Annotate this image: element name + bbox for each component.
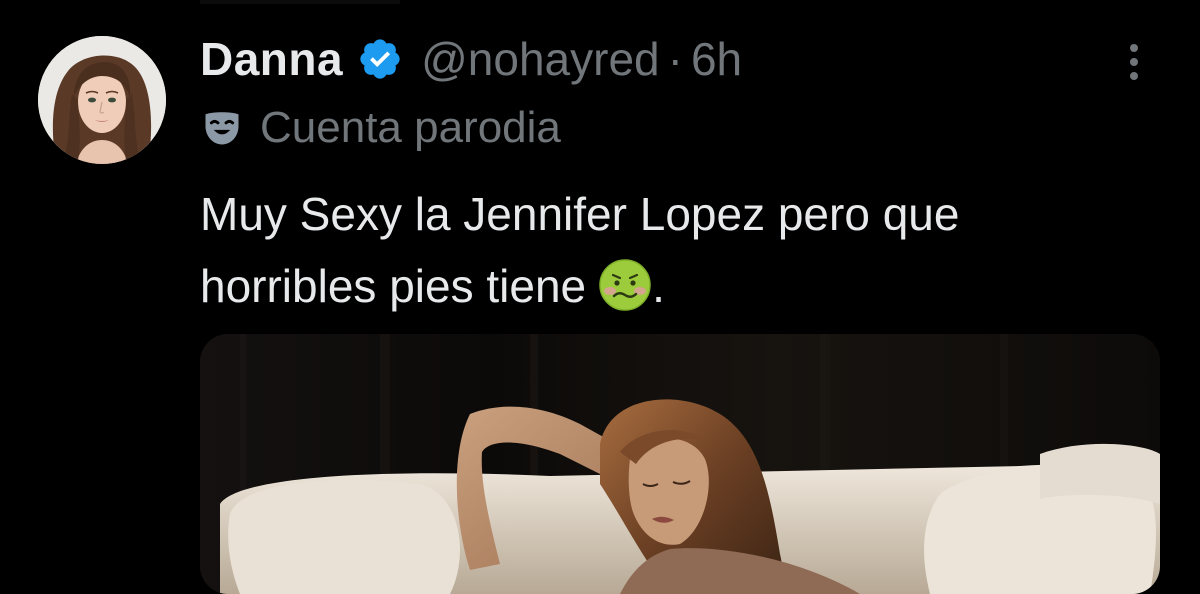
nauseated-face-emoji-icon bbox=[598, 258, 652, 312]
tweet-text-line: horribles pies tiene bbox=[200, 260, 587, 312]
more-dot-icon bbox=[1130, 72, 1138, 80]
avatar[interactable] bbox=[38, 36, 166, 164]
author-handle[interactable]: @nohayred bbox=[421, 32, 660, 86]
author-display-name[interactable]: Danna bbox=[200, 32, 343, 86]
more-dot-icon bbox=[1130, 44, 1138, 52]
parody-account-label: Cuenta parodia bbox=[200, 100, 561, 156]
verified-badge-icon[interactable] bbox=[357, 36, 403, 82]
tweet-text: Muy Sexy la Jennifer Lopez pero que horr… bbox=[200, 178, 1160, 322]
top-edge-divider bbox=[0, 0, 1200, 4]
avatar-photo bbox=[38, 36, 166, 164]
tweet-header: Danna @nohayred · 6h bbox=[200, 30, 742, 88]
tweet-text-period: . bbox=[652, 260, 665, 312]
separator-dot: · bbox=[667, 33, 683, 85]
theater-mask-icon bbox=[200, 106, 244, 150]
tweet-media-photo[interactable] bbox=[200, 334, 1160, 594]
tweet-text-line: Muy Sexy la Jennifer Lopez pero que bbox=[200, 188, 960, 240]
tweet-text-line-2: horribles pies tiene . bbox=[200, 250, 1160, 322]
tweet-timestamp[interactable]: 6h bbox=[691, 32, 742, 86]
more-options-button[interactable] bbox=[1116, 40, 1152, 84]
photo-content bbox=[200, 334, 1160, 594]
more-dot-icon bbox=[1130, 58, 1138, 66]
parody-label-text: Cuenta parodia bbox=[260, 103, 561, 152]
